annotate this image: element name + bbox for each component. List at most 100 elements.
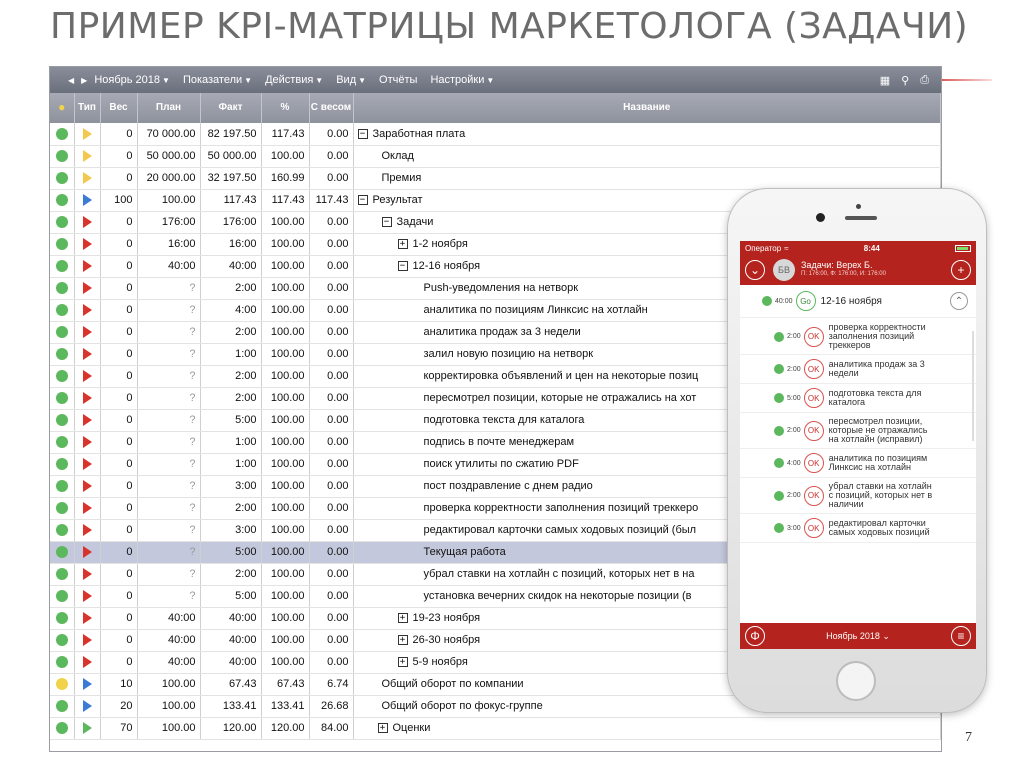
- header-type[interactable]: Тип: [74, 93, 101, 123]
- plan-cell: ?: [137, 431, 201, 454]
- name-cell[interactable]: Премия: [353, 167, 941, 190]
- expand-icon[interactable]: +: [397, 613, 408, 624]
- expand-icon[interactable]: +: [397, 635, 408, 646]
- group-time: 40:00: [775, 297, 793, 305]
- fact-cell: 50 000.00: [200, 145, 262, 168]
- status-dot-icon: [55, 524, 68, 537]
- grid-icon[interactable]: ▦: [880, 74, 890, 87]
- go-badge[interactable]: Go: [795, 291, 816, 311]
- header-weighted[interactable]: С весом: [309, 93, 354, 123]
- fact-cell: 1:00: [200, 343, 262, 366]
- slide-title: ПРИМЕР KPI-МАТРИЦЫ МАРКЕТОЛОГА (ЗАДАЧИ): [50, 6, 969, 47]
- ok-badge[interactable]: OK: [803, 453, 824, 473]
- print-icon[interactable]: ⎙: [920, 74, 929, 87]
- row-name: Премия: [381, 172, 422, 184]
- task-group-row[interactable]: 40:00 Go 12-16 ноября ⌃: [740, 285, 976, 318]
- expand-icon[interactable]: +: [397, 239, 408, 250]
- table-row[interactable]: 0 20 000.00 32 197.50 160.99 0.00 Премия: [50, 167, 941, 190]
- menu-view[interactable]: Вид ▼: [336, 74, 366, 86]
- header-fact[interactable]: Факт: [200, 93, 262, 123]
- collapse-icon[interactable]: −: [357, 128, 368, 139]
- type-cell: [74, 321, 101, 344]
- table-row[interactable]: 0 50 000.00 50 000.00 100.00 0.00 Оклад: [50, 145, 941, 168]
- percent-cell: 160.99: [261, 167, 310, 190]
- header-status[interactable]: ●: [50, 93, 75, 123]
- status-cell: [50, 585, 75, 608]
- flag-icon: [82, 282, 92, 295]
- collapse-icon[interactable]: −: [357, 195, 368, 206]
- list-item[interactable]: 4:00 OK аналитика по позициям Линксис на х…: [740, 449, 976, 478]
- status-dot-icon: [55, 700, 68, 713]
- caret-right-icon[interactable]: ▶: [81, 76, 87, 85]
- weight-cell: 0: [100, 541, 138, 564]
- table-row[interactable]: 70 100.00 120.00 120.00 84.00 + Оценки: [50, 717, 941, 740]
- ok-badge[interactable]: OK: [803, 420, 824, 441]
- chevron-up-icon[interactable]: ⌃: [950, 292, 968, 310]
- collapse-icon[interactable]: −: [397, 261, 408, 272]
- plan-cell: ?: [137, 387, 201, 410]
- list-item[interactable]: 2:00 OK пересмотрел позиции, которые не от…: [740, 413, 976, 449]
- menu-settings[interactable]: Настройки ▼: [430, 74, 494, 86]
- table-header-row: ● Тип Вес План Факт % С весом Название: [50, 93, 941, 123]
- menu-icon[interactable]: ≡: [950, 626, 971, 646]
- flag-icon: [82, 127, 92, 140]
- status-dot-icon: [55, 502, 68, 515]
- plan-cell: ?: [137, 563, 201, 586]
- menu-reports[interactable]: Отчёты: [379, 74, 417, 86]
- ok-badge[interactable]: OK: [803, 518, 824, 538]
- list-item[interactable]: 2:00 OK аналитика продаж за 3 недели: [740, 355, 976, 384]
- task-time: 2:00: [787, 427, 801, 434]
- type-cell: [74, 189, 101, 212]
- type-cell: [74, 475, 101, 498]
- name-cell[interactable]: + Оценки: [353, 717, 941, 740]
- list-item[interactable]: 2:00 OK проверка корректности заполнения п…: [740, 319, 976, 355]
- menu-actions[interactable]: Действия ▼: [265, 74, 323, 86]
- search-icon[interactable]: ⚲: [901, 74, 909, 87]
- list-item[interactable]: 5:00 OK подготовка текста для каталога: [740, 384, 976, 413]
- table-row[interactable]: 0 70 000.00 82 197.50 117.43 0.00− Заработная…: [50, 123, 941, 146]
- flag-icon: [82, 524, 92, 537]
- scrollbar[interactable]: [972, 331, 974, 441]
- task-time: 2:00: [787, 365, 801, 373]
- list-item[interactable]: 3:00 OK редактировал карточки самых ходовы…: [740, 514, 976, 543]
- type-cell: [74, 211, 101, 234]
- row-name: подготовка текста для каталога: [423, 414, 585, 426]
- header-percent[interactable]: %: [261, 93, 310, 123]
- name-cell[interactable]: − Заработная плата: [353, 123, 941, 146]
- list-item[interactable]: 2:00 OK убрал ставки на хотлайн с позиций,…: [740, 478, 976, 514]
- type-cell: [74, 343, 101, 366]
- ok-badge[interactable]: OK: [803, 359, 824, 379]
- type-cell: [74, 717, 101, 740]
- plus-icon[interactable]: +: [951, 260, 971, 280]
- expand-icon[interactable]: +: [397, 657, 408, 668]
- status-dot-icon: [55, 678, 68, 691]
- header-plan[interactable]: План: [137, 93, 201, 123]
- flag-icon: [82, 458, 92, 471]
- menu-month[interactable]: Ноябрь 2018 ▼: [94, 74, 170, 86]
- header-name[interactable]: Название: [353, 93, 941, 123]
- wifi-icon: ≈: [784, 243, 789, 253]
- ok-badge[interactable]: OK: [803, 388, 824, 408]
- type-cell: [74, 277, 101, 300]
- percent-cell: 100.00: [261, 255, 310, 278]
- fact-cell: 2:00: [200, 387, 262, 410]
- ok-badge[interactable]: OK: [803, 326, 824, 347]
- percent-cell: 133.41: [261, 695, 310, 718]
- home-button[interactable]: [836, 661, 876, 701]
- row-name: Общий оборот по фокус-группе: [381, 700, 543, 712]
- name-cell[interactable]: Оклад: [353, 145, 941, 168]
- chevron-down-icon[interactable]: ⌄: [745, 260, 765, 280]
- row-name: Оценки: [392, 722, 431, 734]
- flag-icon: [82, 414, 92, 427]
- status-dot-icon: [55, 414, 68, 427]
- collapse-icon[interactable]: −: [381, 217, 392, 228]
- expand-icon[interactable]: +: [377, 723, 388, 734]
- plan-cell: 100.00: [137, 673, 201, 696]
- ok-badge[interactable]: OK: [803, 485, 824, 506]
- filter-icon[interactable]: Φ: [745, 626, 765, 646]
- menu-indicators[interactable]: Показатели ▼: [183, 74, 252, 86]
- bottom-month[interactable]: Ноябрь 2018 ⌄: [826, 631, 890, 642]
- fact-cell: 2:00: [200, 277, 262, 300]
- caret-left-icon[interactable]: ◀: [68, 76, 74, 85]
- header-weight[interactable]: Вес: [100, 93, 138, 123]
